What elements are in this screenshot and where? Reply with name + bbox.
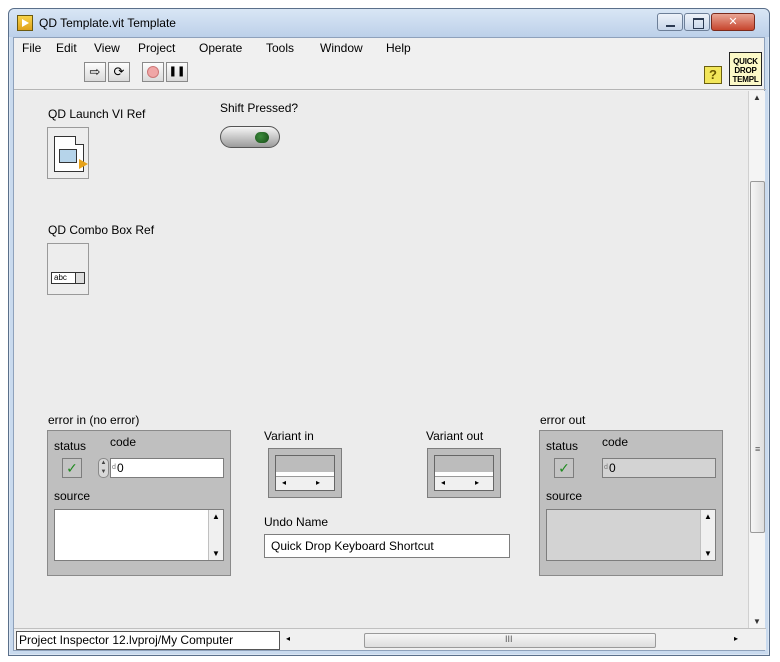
qd-launch-vi-ref-control[interactable] [47,127,89,179]
variant-in-label: Variant in [264,429,314,443]
error-out-cluster: status code ✓ d 0 source ▲ ▼ [539,430,723,576]
menu-window[interactable]: Window [320,41,363,55]
qd-launch-vi-ref-label: QD Launch VI Ref [48,107,146,121]
menu-tools[interactable]: Tools [266,41,294,55]
vertical-scroll-thumb[interactable]: ≡ [750,181,765,533]
menu-edit[interactable]: Edit [56,41,77,55]
error-in-cluster: status code ✓ ▲ ▼ d 0 source ▲ ▼ [47,430,231,576]
badge-line: TEMPL [732,75,759,84]
shift-pressed-led[interactable] [220,126,280,148]
horizontal-scroll-thumb[interactable]: III [364,633,656,648]
scroll-down-icon[interactable]: ▼ [209,549,223,558]
variant-out-label: Variant out [426,429,484,443]
undo-name-field[interactable]: Quick Drop Keyboard Shortcut [264,534,510,558]
maximize-button[interactable] [684,13,710,31]
undo-name-value: Quick Drop Keyboard Shortcut [271,539,434,553]
error-in-status-label: status [54,439,87,453]
error-out-status-indicator: ✓ [554,458,574,478]
run-continuously-icon: ⟳ [113,64,125,79]
toolbar: ⇨ ⟳ ❚❚ ? QUICK DROP TEMPL [14,52,766,90]
error-in-code-label: code [110,435,137,449]
check-icon: ✓ [66,460,78,476]
menu-help[interactable]: Help [386,41,411,55]
grip-icon: III [505,634,513,644]
menu-view[interactable]: View [94,41,120,55]
combo-mini-text: abc [54,273,67,282]
scroll-up-icon[interactable]: ▲ [701,512,715,521]
error-in-source-label: source [54,489,91,503]
menu-bar: File Edit View Project Operate Tools Win… [14,38,766,58]
run-button[interactable]: ⇨ [84,62,106,82]
grip-icon: ≡ [755,444,761,454]
scroll-right-icon[interactable]: ▸ [734,634,738,643]
source-scrollbar[interactable]: ▲ ▼ [208,510,223,560]
scroll-up-icon[interactable]: ▲ [209,512,223,521]
minimize-icon [658,14,682,30]
error-in-code-value: 0 [117,461,124,475]
scroll-down-icon[interactable]: ▼ [753,617,761,626]
error-out-source-label: source [546,489,583,503]
variant-in-scrollbar[interactable]: ◂ ▸ [276,476,334,490]
close-button[interactable]: ✕ [711,13,755,31]
front-panel: QD Launch VI Ref Shift Pressed? QD Combo… [14,91,748,628]
menu-file[interactable]: File [22,41,41,55]
qd-combo-box-ref-control[interactable]: abc [47,243,89,295]
error-out-code-label: code [602,435,629,449]
minimize-button[interactable] [657,13,683,31]
undo-name-label: Undo Name [264,515,329,529]
scroll-left-icon[interactable]: ◂ [441,478,445,487]
scroll-right-icon[interactable]: ▸ [475,478,479,487]
radix-indicator: d [604,464,608,471]
stop-icon [147,66,159,78]
variant-out-scrollbar[interactable]: ◂ ▸ [435,476,493,490]
vi-icon-badge[interactable]: QUICK DROP TEMPL [729,52,762,86]
source-scrollbar[interactable]: ▲ ▼ [700,510,715,560]
error-out-source-field: ▲ ▼ [546,509,716,561]
application-instance-context[interactable]: Project Inspector 12.lvproj/My Computer [16,631,280,650]
error-out-code-field: d 0 [602,458,716,478]
scroll-down-icon[interactable]: ▼ [701,549,715,558]
check-icon: ✓ [558,460,570,476]
qd-combo-box-ref-label: QD Combo Box Ref [48,223,155,237]
scroll-left-icon[interactable]: ◂ [286,634,290,643]
badge-line: DROP [734,66,757,75]
variant-in-control[interactable]: ◂ ▸ [268,448,342,498]
front-panel-window: File Edit View Project Operate Tools Win… [13,37,766,651]
menu-project[interactable]: Project [138,41,175,55]
app-window: QD Template.vit Template ✕ File Edit Vie… [8,8,770,656]
error-in-code-field[interactable]: d 0 [110,458,224,478]
combo-box-icon: abc [51,272,85,284]
labview-vi-icon [17,15,33,31]
panel-vertical-scrollbar[interactable]: ▲ ≡ ▼ [748,91,765,628]
error-out-code-value: 0 [609,461,616,475]
menu-operate[interactable]: Operate [199,41,242,55]
pause-button[interactable]: ❚❚ [166,62,188,82]
badge-line: QUICK [733,57,758,66]
title-bar[interactable]: QD Template.vit Template ✕ [9,9,769,37]
error-in-label: error in (no error) [48,413,140,427]
variant-out-indicator[interactable]: ◂ ▸ [427,448,501,498]
vi-reference-icon [54,136,88,172]
status-bar: Project Inspector 12.lvproj/My Computer … [14,628,766,650]
scroll-up-icon[interactable]: ▲ [753,93,761,102]
pause-icon: ❚❚ [168,66,186,77]
run-continuously-button[interactable]: ⟳ [108,62,130,82]
window-title: QD Template.vit Template [39,16,176,30]
error-out-label: error out [540,413,586,427]
close-icon: ✕ [728,16,738,28]
help-icon: ? [709,67,717,82]
maximize-icon [685,14,709,30]
error-in-code-spinner[interactable]: ▲ ▼ [98,458,109,478]
scroll-left-icon[interactable]: ◂ [282,478,286,487]
error-out-status-label: status [546,439,579,453]
run-arrow-icon: ⇨ [89,64,101,79]
error-in-source-field[interactable]: ▲ ▼ [54,509,224,561]
abort-button[interactable] [142,62,164,82]
shift-pressed-label: Shift Pressed? [220,101,299,115]
context-help-button[interactable]: ? [704,66,722,84]
error-in-status-checkbox[interactable]: ✓ [62,458,82,478]
scroll-right-icon[interactable]: ▸ [316,478,320,487]
radix-indicator: d [112,464,116,471]
